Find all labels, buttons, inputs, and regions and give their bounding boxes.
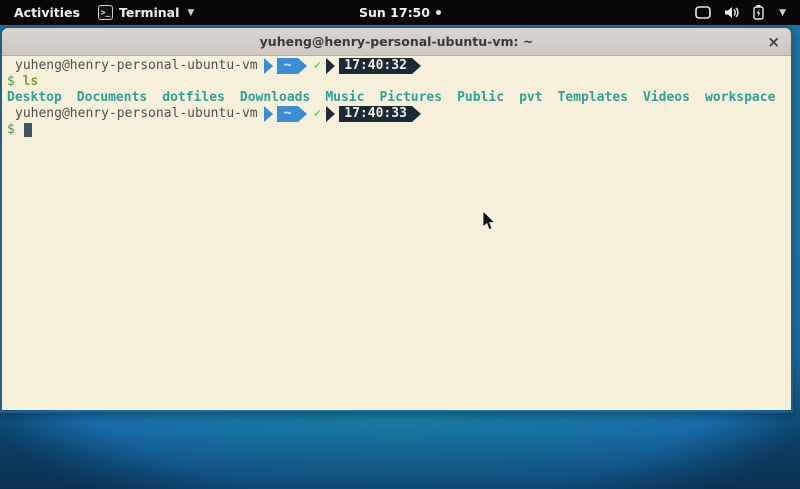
- notification-dot-icon: [436, 10, 441, 15]
- directory-name: Public: [457, 90, 504, 106]
- powerline-arrow-icon: [326, 58, 335, 74]
- input-line[interactable]: $: [7, 122, 791, 138]
- powerline-arrow-icon: [412, 58, 421, 74]
- window-titlebar[interactable]: yuheng@henry-personal-ubuntu-vm: ~ ×: [2, 28, 791, 56]
- clock-area[interactable]: Sun 17:50: [0, 0, 800, 25]
- clock-label: Sun 17:50: [359, 5, 430, 20]
- powerline-arrow-icon: [298, 106, 307, 122]
- prompt-path-segment: ~: [277, 106, 299, 122]
- directory-name: Videos: [643, 90, 690, 106]
- directory-name: Pictures: [379, 90, 442, 106]
- prompt-line-2: yuheng@henry-personal-ubuntu-vm ~ ✓ 17:4…: [7, 106, 791, 122]
- directory-name: Documents: [77, 90, 147, 106]
- powerline-arrow-icon: [412, 106, 421, 122]
- prompt-username: yuheng@henry-personal-ubuntu-vm: [7, 106, 258, 122]
- status-check-icon: ✓: [313, 58, 321, 74]
- status-check-icon: ✓: [313, 106, 321, 122]
- powerline-arrow-icon: [264, 58, 273, 74]
- prompt-username: yuheng@henry-personal-ubuntu-vm: [7, 58, 258, 74]
- directory-name: dotfiles: [162, 90, 225, 106]
- prompt-symbol: $: [7, 122, 15, 138]
- command-text: ls: [23, 74, 39, 90]
- directory-name: workspace: [705, 90, 775, 106]
- directory-name: Downloads: [240, 90, 310, 106]
- prompt-time-segment: 17:40:33: [339, 106, 412, 122]
- close-icon[interactable]: ×: [767, 28, 780, 56]
- directory-name: pvt: [519, 90, 542, 106]
- directory-name: Templates: [558, 90, 628, 106]
- text-cursor-block: [24, 123, 32, 137]
- terminal-content[interactable]: yuheng@henry-personal-ubuntu-vm ~ ✓ 17:4…: [2, 56, 791, 410]
- prompt-line-1: yuheng@henry-personal-ubuntu-vm ~ ✓ 17:4…: [7, 58, 791, 74]
- terminal-window: yuheng@henry-personal-ubuntu-vm: ~ × yuh…: [0, 26, 793, 413]
- powerline-arrow-icon: [326, 106, 335, 122]
- directory-name: Desktop: [7, 90, 62, 106]
- ls-output-line: Desktop Documents dotfiles Downloads Mus…: [7, 90, 791, 106]
- prompt-symbol: $: [7, 74, 15, 90]
- mouse-pointer-icon: [482, 211, 496, 236]
- powerline-arrow-icon: [298, 58, 307, 74]
- prompt-path-segment: ~: [277, 58, 299, 74]
- prompt-time-segment: 17:40:32: [339, 58, 412, 74]
- powerline-arrow-icon: [264, 106, 273, 122]
- directory-name: Music: [325, 90, 364, 106]
- gnome-top-bar: Sun 17:50 Activities >_ Terminal ▼ ▼: [0, 0, 800, 25]
- command-line-ls: $ ls: [7, 74, 791, 90]
- window-title: yuheng@henry-personal-ubuntu-vm: ~: [260, 34, 534, 49]
